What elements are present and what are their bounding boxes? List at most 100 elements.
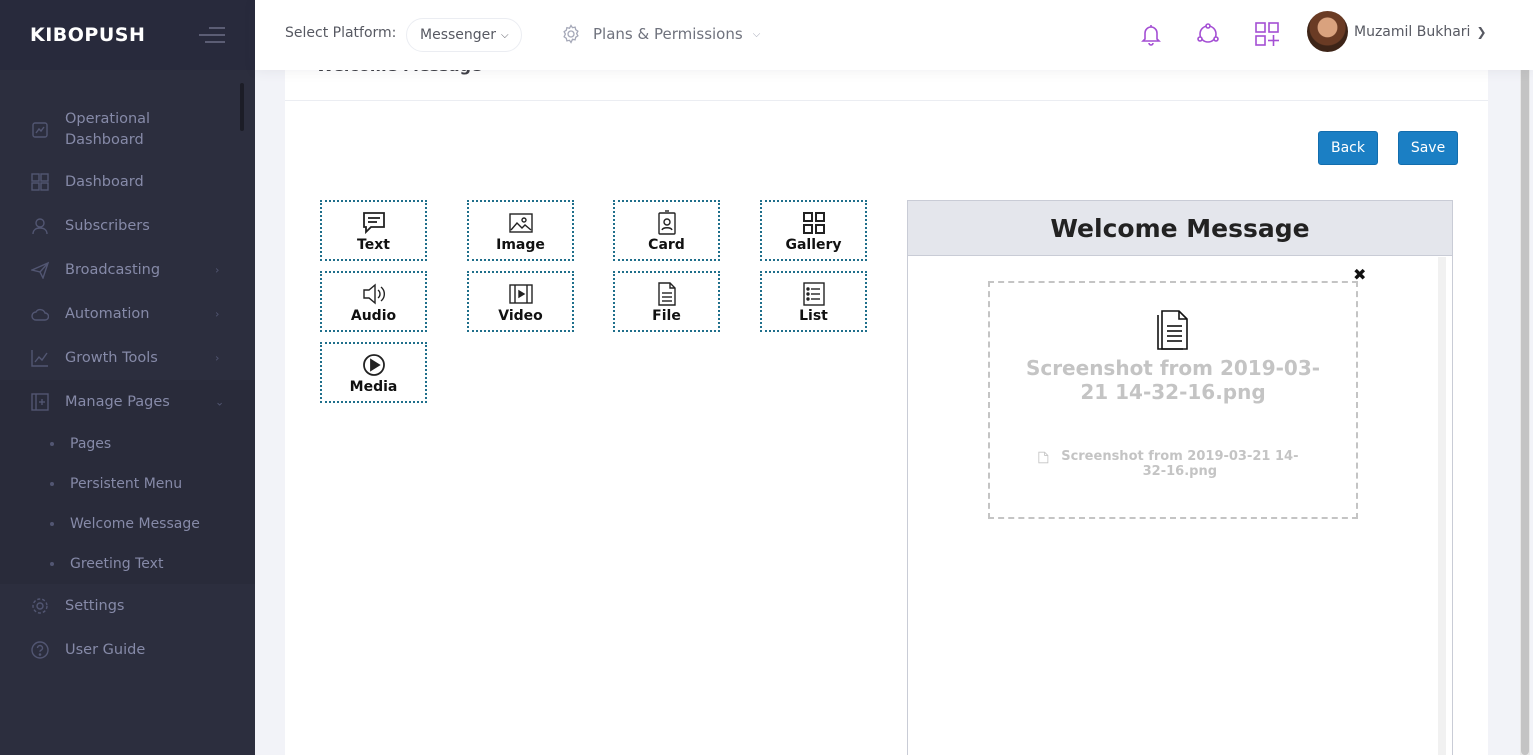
line-chart-icon <box>30 348 50 368</box>
sidebar-item-label: Settings <box>65 598 125 614</box>
component-media[interactable]: Media <box>320 342 427 403</box>
sidebar-item-growth-tools[interactable]: Growth Tools › <box>0 336 255 380</box>
question-icon <box>30 640 50 660</box>
preview-scrollbar[interactable] <box>1438 257 1446 755</box>
component-label: Media <box>349 379 398 395</box>
component-label: Image <box>496 237 545 253</box>
back-button[interactable]: Back <box>1318 131 1378 165</box>
preview-header: Welcome Message <box>908 201 1452 256</box>
sidebar-item-subscribers[interactable]: Subscribers <box>0 204 255 248</box>
add-page-icon <box>30 392 50 412</box>
component-label: Video <box>498 308 543 324</box>
submenu-item-label: Pages <box>70 436 112 452</box>
plans-label: Plans & Permissions <box>593 25 743 43</box>
grid-icon <box>30 172 50 192</box>
sidebar-item-label: User Guide <box>65 642 146 658</box>
sidebar-item-dashboard[interactable]: Dashboard <box>0 160 255 204</box>
bullet-icon <box>50 442 54 446</box>
preview-title: Welcome Message <box>1050 213 1310 243</box>
top-header: Select Platform: Messenger ⌵ Plans & Per… <box>255 0 1533 70</box>
sidebar-item-label: Operational Dashboard <box>65 111 151 148</box>
sidebar-item-label: Broadcasting <box>65 262 161 278</box>
component-label: Gallery <box>785 237 842 253</box>
avatar <box>1307 11 1348 52</box>
sidebar-item-label: Subscribers <box>65 218 150 234</box>
bullet-icon <box>50 482 54 486</box>
component-label: Text <box>357 237 390 253</box>
chat-bubble-icon <box>362 212 385 235</box>
plans-permissions-menu[interactable]: Plans & Permissions ⌵ <box>561 24 760 44</box>
file-link-text: Screenshot from 2019-03-21 14-32-16.png <box>1061 449 1299 479</box>
user-name: Muzamil Bukhari <box>1354 23 1471 40</box>
message-preview: Welcome Message ✖ Screenshot from 2019-0… <box>907 200 1453 755</box>
menu-toggle-icon[interactable] <box>199 27 225 48</box>
play-circle-icon <box>362 354 385 376</box>
file-download-link[interactable]: Screenshot from 2019-03-21 14-32-16.png <box>1038 449 1308 479</box>
component-file[interactable]: File <box>613 271 720 332</box>
bell-icon[interactable] <box>1138 21 1164 47</box>
sidebar-item-label: Automation <box>65 306 150 322</box>
gallery-grid-icon <box>802 212 825 234</box>
submenu-item-label: Greeting Text <box>70 556 164 572</box>
submenu-item-greeting-text[interactable]: Greeting Text <box>0 544 255 584</box>
save-button[interactable]: Save <box>1398 131 1458 165</box>
id-card-icon <box>657 210 676 235</box>
component-video[interactable]: Video <box>467 271 574 332</box>
component-image[interactable]: Image <box>467 200 574 261</box>
sidebar-item-broadcasting[interactable]: Broadcasting › <box>0 248 255 292</box>
file-name: Screenshot from 2019-03-21 14-32-16.png <box>1025 356 1321 404</box>
list-icon <box>802 282 825 306</box>
page-scrollbar[interactable] <box>1520 55 1530 755</box>
file-icon <box>1157 310 1188 350</box>
submenu-manage-pages: Pages Persistent Menu Welcome Message Gr… <box>0 424 255 584</box>
speaker-icon <box>362 283 385 305</box>
sidebar-item-label: Dashboard <box>65 174 144 190</box>
component-list[interactable]: List <box>760 271 867 332</box>
film-icon <box>508 284 533 304</box>
submenu-item-label: Persistent Menu <box>70 476 183 492</box>
component-label: Audio <box>350 308 397 324</box>
sidebar-item-settings[interactable]: Settings <box>0 584 255 628</box>
component-label: Card <box>648 237 685 253</box>
submenu-item-persistent-menu[interactable]: Persistent Menu <box>0 464 255 504</box>
component-audio[interactable]: Audio <box>320 271 427 332</box>
chart-icon <box>30 120 50 140</box>
sidebar-item-automation[interactable]: Automation › <box>0 292 255 336</box>
sidebar-item-label: Manage Pages <box>65 394 170 410</box>
component-gallery[interactable]: Gallery <box>760 200 867 261</box>
sidebar-item-manage-pages[interactable]: Manage Pages ⌄ <box>0 380 255 424</box>
scrollbar-thumb[interactable] <box>1521 55 1529 755</box>
paper-plane-icon <box>30 260 50 280</box>
platform-value: Messenger <box>420 27 497 43</box>
chevron-right-icon: › <box>215 351 220 365</box>
network-icon[interactable] <box>1195 21 1221 47</box>
apps-icon[interactable] <box>1254 21 1280 47</box>
chevron-down-icon: ❯ <box>1476 24 1487 39</box>
sidebar-menu: Operational Dashboard Dashboard Subscrib… <box>0 100 255 672</box>
user-icon <box>30 216 50 236</box>
component-card[interactable]: Card <box>613 200 720 261</box>
main-portlet: Welcome Message Back Save Text Image Car… <box>285 40 1488 755</box>
chevron-down-icon: ⌄ <box>215 395 225 409</box>
platform-select[interactable]: Messenger ⌵ <box>406 18 522 52</box>
cloud-icon <box>30 304 50 324</box>
chevron-right-icon: › <box>215 263 220 277</box>
user-menu[interactable]: Muzamil Bukhari ❯ <box>1307 11 1487 52</box>
image-icon <box>508 213 533 233</box>
component-text[interactable]: Text <box>320 200 427 261</box>
submenu-item-welcome-message[interactable]: Welcome Message <box>0 504 255 544</box>
sidebar: KIBOPUSH Operational Dashboard Dashboard… <box>0 0 255 755</box>
gear-icon <box>563 24 579 44</box>
bullet-icon <box>50 562 54 566</box>
sidebar-item-operational-dashboard[interactable]: Operational Dashboard <box>0 100 255 160</box>
chevron-down-icon: ⌵ <box>752 28 761 40</box>
submenu-item-pages[interactable]: Pages <box>0 424 255 464</box>
file-attachment[interactable]: Screenshot from 2019-03-21 14-32-16.png … <box>988 281 1358 519</box>
component-label: File <box>652 308 681 324</box>
brand-name: KIBOPUSH <box>30 24 146 46</box>
platform-label: Select Platform: <box>285 25 397 41</box>
file-icon <box>657 282 676 306</box>
bullet-icon <box>50 522 54 526</box>
chevron-right-icon: › <box>215 307 220 321</box>
sidebar-item-user-guide[interactable]: User Guide <box>0 628 255 672</box>
